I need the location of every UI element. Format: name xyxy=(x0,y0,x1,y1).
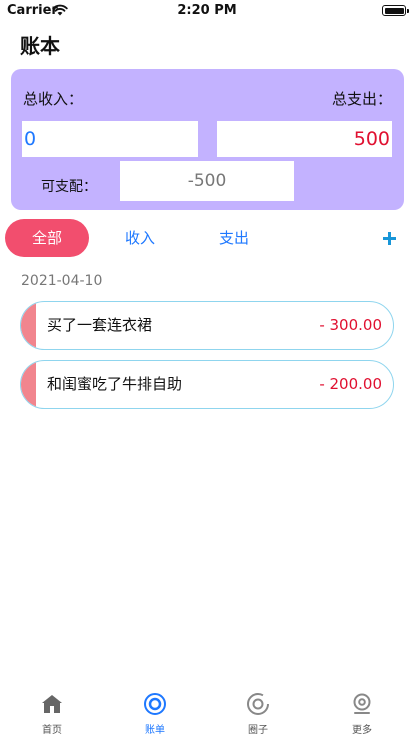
tab-bill-label: 账单 xyxy=(145,725,165,736)
tab-bill[interactable]: 账单 xyxy=(125,686,185,736)
tab-more[interactable]: 更多 xyxy=(332,686,392,736)
total-income-field[interactable]: 0 xyxy=(22,121,198,157)
record-amount: - 200.00 xyxy=(319,375,382,393)
bill-icon xyxy=(144,693,166,715)
record-description: 和闺蜜吃了牛排自助 xyxy=(47,375,183,393)
record-description: 买了一套连衣裙 xyxy=(47,316,153,334)
summary-card: 总收入： 总支出： 0 500 可支配： -500 xyxy=(11,69,404,210)
record-amount: - 300.00 xyxy=(319,316,382,334)
filter-income-tab[interactable]: 收入 xyxy=(125,219,155,257)
tab-bar: 首页 账单 圈子 更多 xyxy=(0,686,414,736)
total-expense-field[interactable]: 500 xyxy=(217,121,392,157)
filter-expense-tab[interactable]: 支出 xyxy=(219,219,249,257)
date-header: 2021-04-10 xyxy=(21,273,103,289)
tab-home-label: 首页 xyxy=(42,725,62,736)
tab-circle-label: 圈子 xyxy=(248,725,268,736)
tab-more-label: 更多 xyxy=(352,725,372,736)
circle-icon xyxy=(247,693,269,715)
record-item[interactable]: 买了一套连衣裙 - 300.00 xyxy=(20,301,394,350)
tab-home[interactable]: 首页 xyxy=(22,686,82,736)
total-expense-label: 总支出： xyxy=(331,90,392,108)
record-item[interactable]: 和闺蜜吃了牛排自助 - 200.00 xyxy=(20,360,394,409)
clock: 2:20 PM xyxy=(177,3,237,18)
add-record-button[interactable] xyxy=(383,232,396,245)
balance-field[interactable]: -500 xyxy=(120,161,294,201)
tab-circle[interactable]: 圈子 xyxy=(228,686,288,736)
home-icon xyxy=(42,695,62,713)
page-title: 账本 xyxy=(20,34,60,58)
balance-label: 可支配： xyxy=(41,179,97,195)
battery-icon xyxy=(382,5,409,16)
status-bar: Carrier 2:20 PM xyxy=(0,0,414,22)
filter-all-button[interactable]: 全部 xyxy=(5,219,89,257)
more-icon xyxy=(353,693,371,714)
total-income-label: 总收入： xyxy=(23,90,84,108)
record-marker xyxy=(21,361,36,408)
record-marker xyxy=(21,302,36,349)
